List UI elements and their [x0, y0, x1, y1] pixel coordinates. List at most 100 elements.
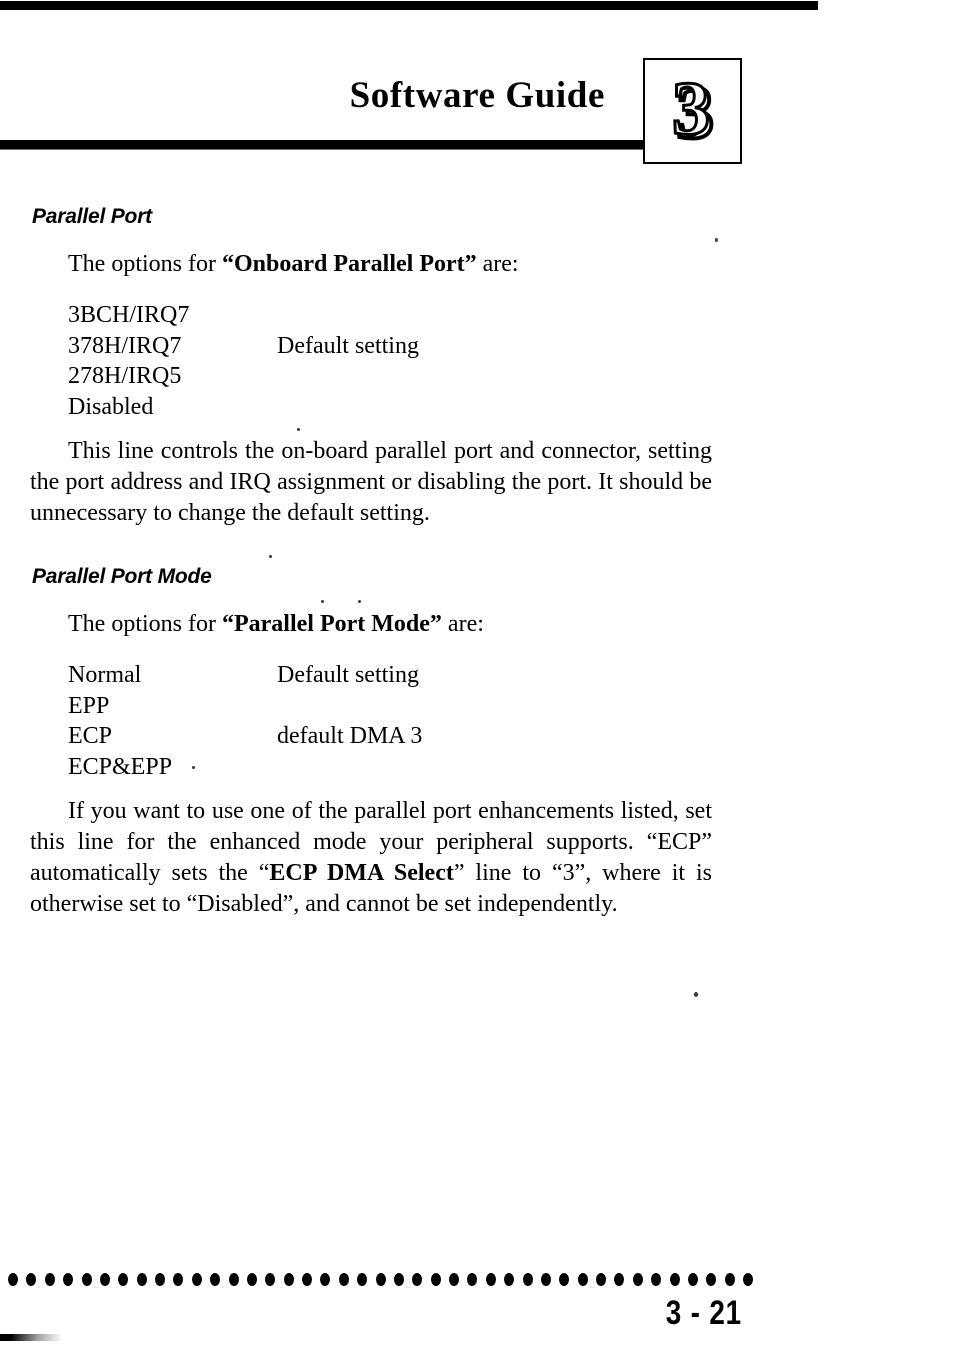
footer-dot — [743, 1273, 753, 1286]
footer-dot — [540, 1273, 551, 1286]
footer-dot — [651, 1273, 662, 1286]
table-row: EPP — [68, 691, 422, 722]
footer-dot — [522, 1273, 533, 1286]
table-row: 378H/IRQ7 Default setting — [68, 331, 419, 362]
footer-dot — [283, 1273, 294, 1286]
footer-dot — [485, 1273, 496, 1286]
option-note — [277, 691, 422, 722]
section-parallel-port: Parallel Port The options for “Onboard P… — [0, 205, 954, 529]
header-rule — [0, 140, 648, 149]
footer-dot — [265, 1273, 276, 1286]
section-parallel-port-mode: Parallel Port Mode The options for “Para… — [0, 565, 954, 920]
footer-dot — [8, 1273, 18, 1286]
footer-dot — [412, 1273, 423, 1286]
lead-suffix: are: — [476, 251, 519, 277]
page-title: Software Guide — [349, 75, 605, 116]
footer-dot — [430, 1273, 441, 1286]
footer-dot — [173, 1273, 184, 1286]
section-heading-parallel-port-mode: Parallel Port Mode — [32, 565, 212, 588]
footer-dot — [687, 1273, 698, 1286]
section-heading-parallel-port: Parallel Port — [32, 205, 152, 228]
chapter-number-box: 3 3 — [643, 58, 742, 164]
footer-dot — [338, 1273, 349, 1286]
option-name: 3BCH/IRQ7 — [68, 302, 190, 328]
footer-dot — [706, 1273, 717, 1286]
footer-dot — [669, 1273, 680, 1286]
top-black-bar — [0, 1, 818, 10]
option-note — [277, 752, 422, 783]
footer-dot — [99, 1273, 110, 1286]
chapter-number-glyph: 3 3 — [645, 60, 740, 162]
scan-speck — [694, 992, 698, 997]
footer-dot — [357, 1273, 368, 1286]
option-name: 378H/IRQ7 — [68, 332, 182, 359]
body-paragraph-parallel-port-mode: If you want to use one of the parallel p… — [30, 796, 712, 920]
table-row: 3BCH/IRQ7 — [68, 300, 419, 331]
option-note — [277, 361, 419, 392]
footer-dot — [228, 1273, 239, 1286]
page-number: 3 - 21 — [665, 1294, 742, 1332]
page-content: Parallel Port The options for “Onboard P… — [0, 205, 954, 920]
table-row: ECP default DMA 3 — [68, 721, 422, 752]
footer-dot — [596, 1273, 606, 1286]
table-row: 278H/IRQ5 — [68, 361, 419, 392]
table-row: Disabled — [68, 392, 419, 423]
chapter-number-face: 3 — [672, 67, 710, 151]
option-note: Default setting — [277, 662, 419, 688]
scan-speck — [715, 238, 718, 242]
footer-dot — [118, 1273, 129, 1286]
scan-speck — [192, 766, 195, 769]
option-name: EPP — [68, 692, 110, 719]
options-table-parallel-port-mode: Normal Default setting EPP ECP default D… — [68, 660, 422, 782]
options-table-parallel-port: 3BCH/IRQ7 378H/IRQ7 Default setting 278H… — [68, 300, 419, 422]
footer-dot — [393, 1273, 404, 1286]
body-paragraph-parallel-port: This line controls the on-board parallel… — [30, 438, 712, 526]
footer-dot — [136, 1273, 147, 1286]
table-row: ECP&EPP — [68, 752, 422, 783]
footer-dot — [320, 1273, 331, 1286]
lead-line-parallel-port-mode: The options for “Parallel Port Mode” are… — [68, 609, 954, 640]
footer-dot — [302, 1273, 312, 1286]
page-footer: 3 - 21 — [0, 1272, 954, 1351]
lead-quoted-term: “Onboard Parallel Port” — [221, 251, 477, 277]
page-header: Software Guide 3 3 — [0, 52, 954, 164]
footer-dot-rule — [8, 1272, 753, 1288]
footer-dot — [210, 1273, 221, 1286]
footer-dot — [614, 1273, 625, 1286]
footer-dot — [577, 1273, 588, 1286]
footer-dot — [81, 1273, 92, 1286]
option-name: 278H/IRQ5 — [68, 363, 182, 389]
paragraph-bold-term: ECP DMA Select — [269, 860, 454, 886]
option-note: Default setting — [277, 332, 419, 359]
footer-dot — [44, 1273, 55, 1286]
footer-dot — [559, 1273, 570, 1286]
footer-dot — [63, 1273, 74, 1286]
footer-dot — [632, 1273, 643, 1286]
footer-dot — [155, 1273, 165, 1286]
footer-dot — [449, 1273, 459, 1286]
option-name: Normal — [68, 662, 142, 688]
lead-quoted-term: “Parallel Port Mode” — [221, 611, 442, 637]
lead-prefix: The options for — [68, 251, 222, 277]
scan-speck — [269, 555, 272, 558]
footer-dot — [26, 1273, 37, 1286]
scan-speck — [321, 600, 324, 603]
option-name: ECP&EPP — [68, 753, 173, 780]
footer-dot — [467, 1273, 478, 1286]
lead-prefix: The options for — [68, 611, 222, 637]
footer-dot — [504, 1273, 515, 1286]
scan-speck — [358, 600, 361, 603]
footer-dot — [246, 1273, 257, 1286]
footer-dot — [375, 1273, 386, 1286]
lead-suffix: are: — [441, 611, 484, 637]
footer-dot — [724, 1273, 735, 1286]
header-rule-shadow — [0, 149, 648, 150]
scan-speck — [338, 627, 340, 631]
footer-dot — [191, 1273, 202, 1286]
scan-speck — [297, 428, 300, 431]
option-note — [277, 300, 419, 331]
option-note: default DMA 3 — [277, 723, 423, 749]
option-name: ECP — [68, 723, 113, 749]
option-note — [277, 392, 419, 423]
